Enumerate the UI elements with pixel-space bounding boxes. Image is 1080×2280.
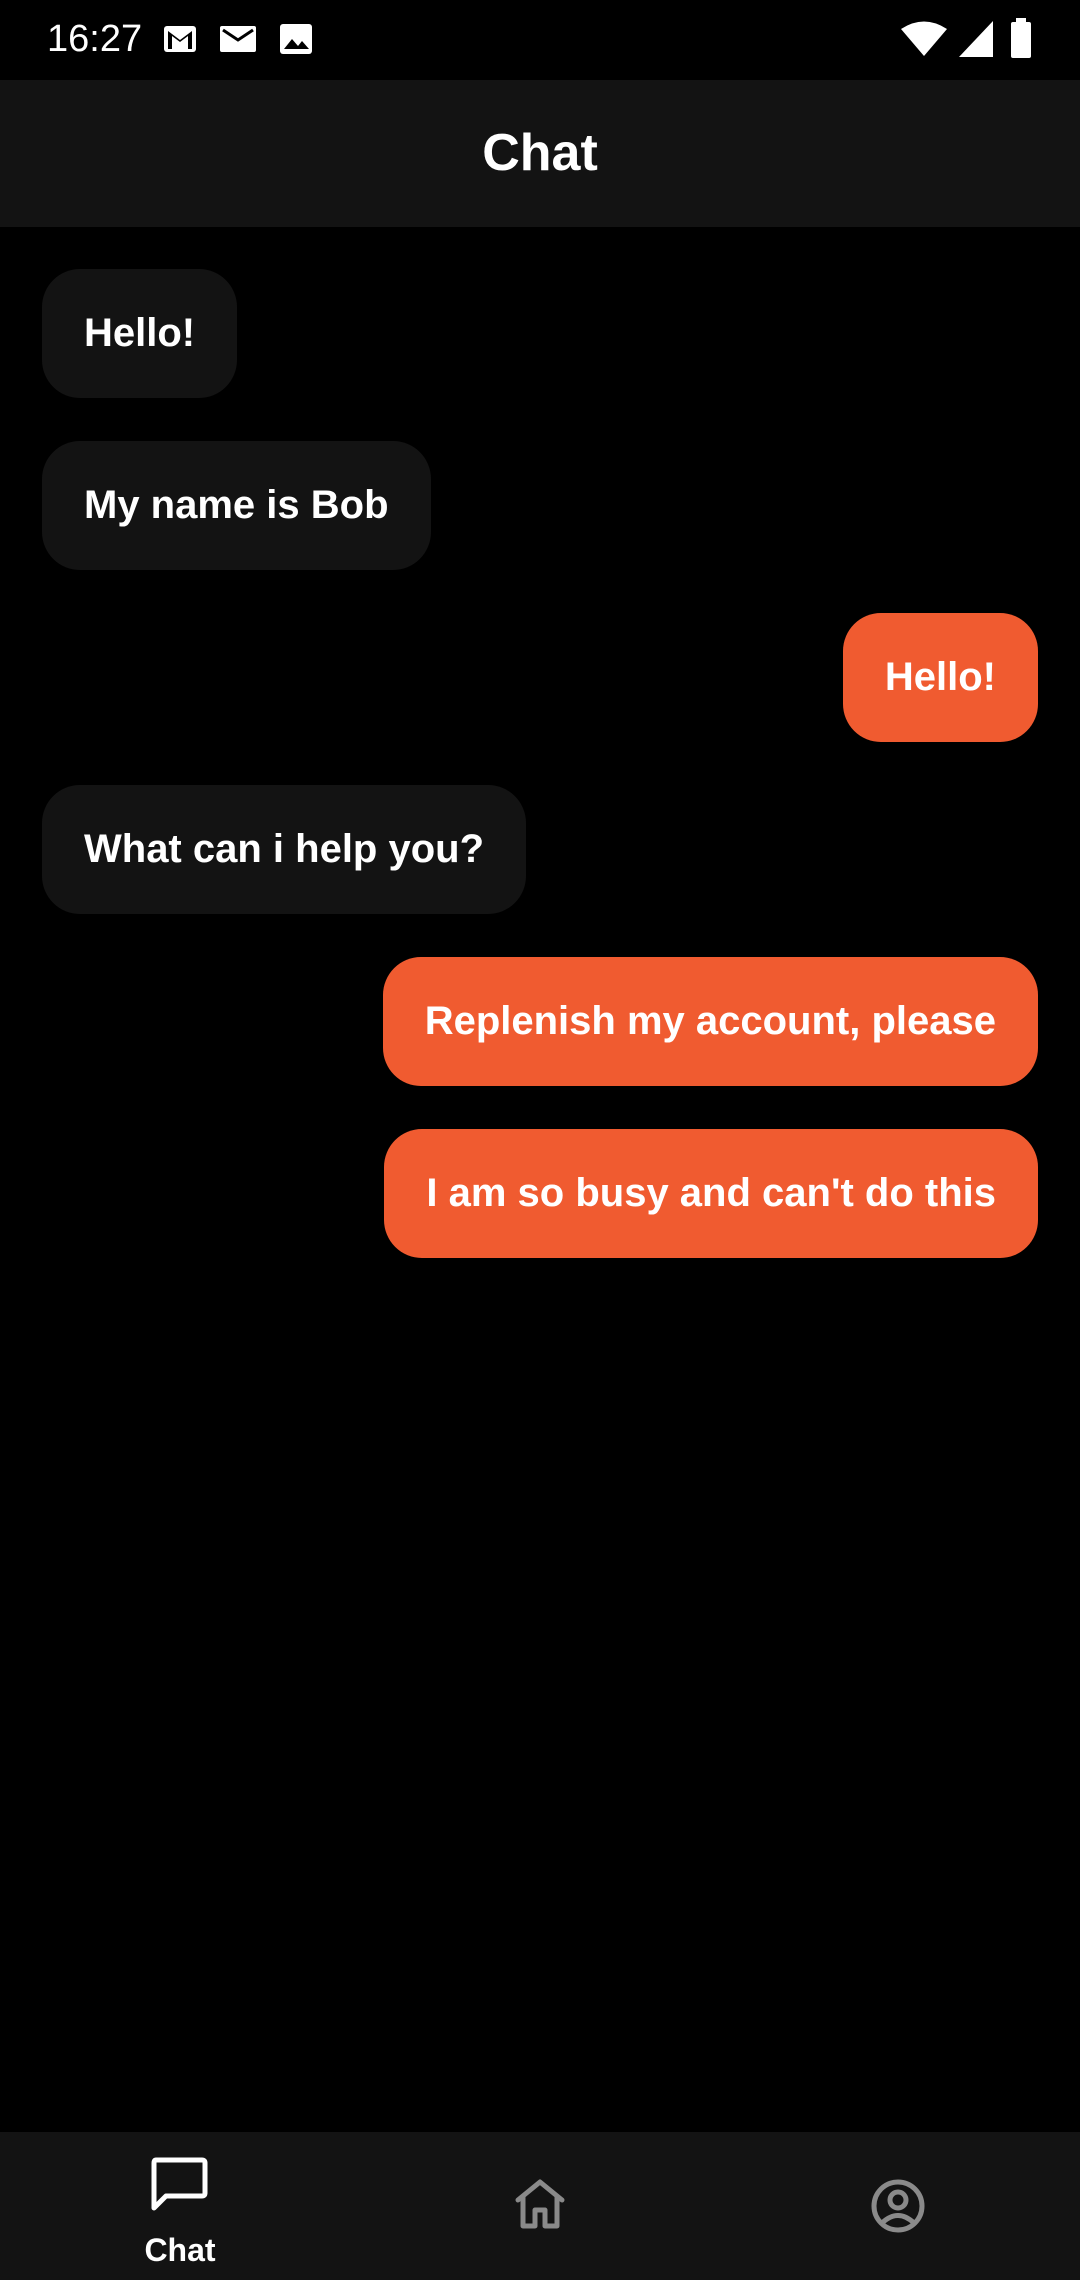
message-incoming: What can i help you? (42, 785, 527, 914)
message-outgoing: Replenish my account, please (382, 957, 1038, 1086)
nav-item-chat[interactable]: Chat (0, 2132, 360, 2280)
bottom-navigation: Chat (0, 2132, 1080, 2280)
chat-icon (151, 2157, 208, 2211)
nav-item-profile[interactable] (720, 2132, 1080, 2280)
profile-icon (871, 2179, 925, 2233)
app-bar: Chat (0, 80, 1080, 227)
message-outgoing: I am so busy and can't do this (384, 1129, 1038, 1258)
message-list[interactable]: Hello! My name is Bob Hello! What can i … (0, 227, 1080, 2132)
image-icon (280, 24, 312, 54)
nav-label-chat: Chat (144, 2232, 216, 2268)
signal-icon (959, 21, 993, 57)
page-title: Chat (482, 124, 598, 182)
nav-item-home[interactable] (360, 2132, 720, 2280)
message-incoming: Hello! (42, 269, 238, 398)
gmail-icon (164, 26, 196, 52)
battery-icon (1011, 18, 1031, 58)
message-incoming: My name is Bob (42, 441, 431, 570)
wifi-icon (901, 21, 947, 56)
mail-icon (220, 26, 256, 52)
status-bar: 16:27 (0, 0, 1080, 80)
home-icon (515, 2179, 565, 2229)
status-time: 16:27 (47, 18, 143, 60)
message-outgoing: Hello! (842, 613, 1038, 742)
